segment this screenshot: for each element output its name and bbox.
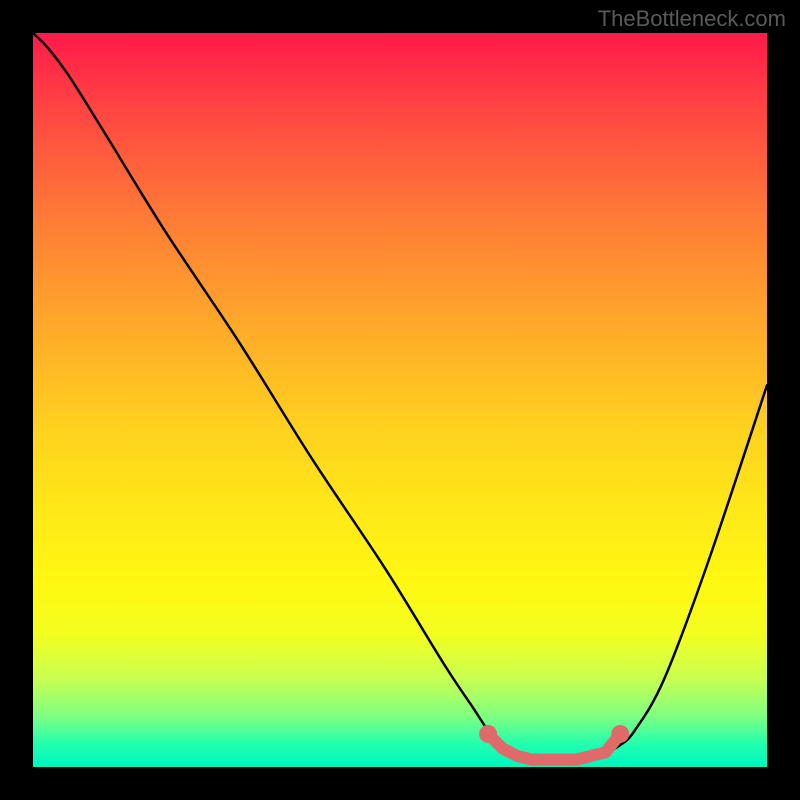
- bottleneck-curve-line: [33, 33, 767, 761]
- chart-svg: [33, 33, 767, 767]
- optimal-range-end-dot: [611, 725, 629, 743]
- optimal-range-line: [488, 734, 620, 760]
- plot-area: [33, 33, 767, 767]
- optimal-range-start-dot: [479, 725, 497, 743]
- optimal-range-markers: [479, 725, 629, 760]
- watermark-text: TheBottleneck.com: [598, 6, 786, 32]
